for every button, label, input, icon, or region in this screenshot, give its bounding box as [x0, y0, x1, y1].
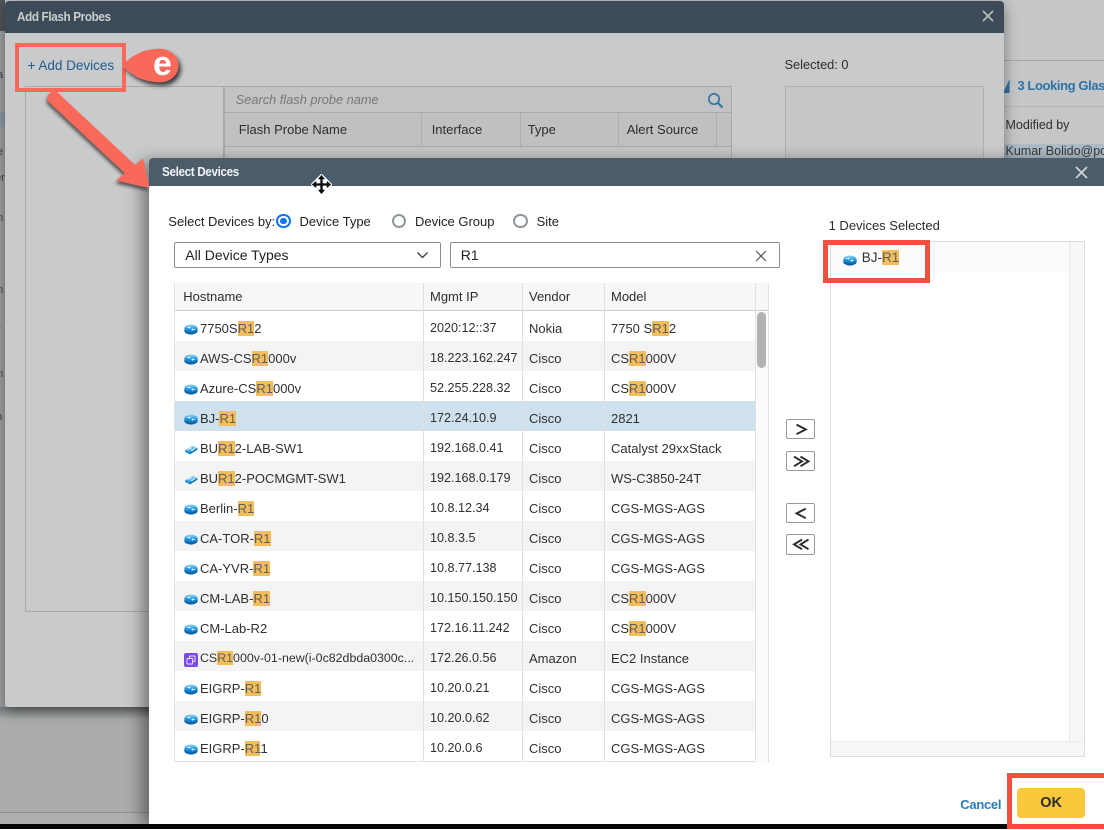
svg-text:e: e: [153, 45, 172, 83]
